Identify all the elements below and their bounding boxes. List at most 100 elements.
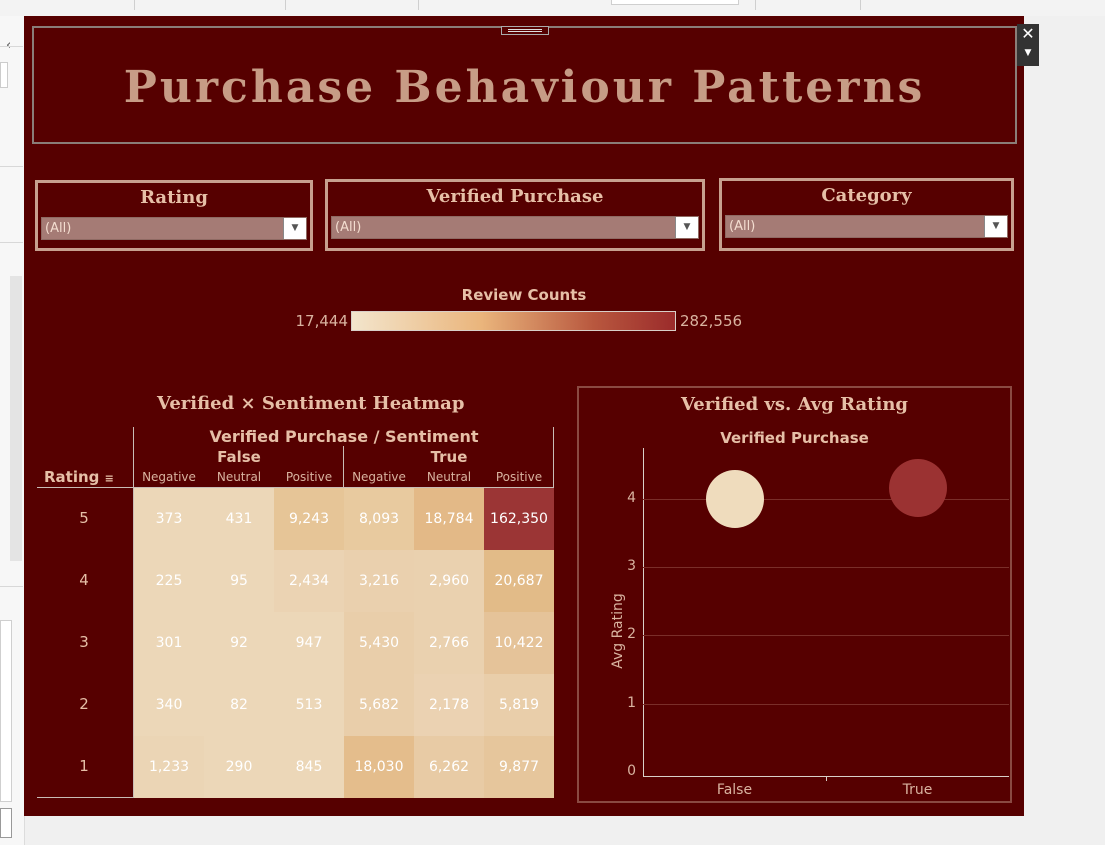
y-axis-line	[643, 448, 644, 777]
heatmap-cell[interactable]: 225	[134, 550, 204, 612]
dashboard-title: Purchase Behaviour Patterns	[123, 62, 926, 113]
row-label: 3	[79, 633, 89, 651]
panel-scrollbar[interactable]	[10, 276, 22, 561]
heatmap-cell[interactable]: 290	[204, 736, 274, 798]
x-axis-tick-mark	[826, 776, 827, 781]
heatmap-cell[interactable]: 18,784	[414, 488, 484, 550]
title-container: Purchase Behaviour Patterns	[32, 26, 1017, 144]
heatmap-divider	[37, 797, 133, 798]
legend-max: 282,556	[680, 312, 743, 330]
filter-category: Category (All) ▼	[719, 178, 1014, 251]
heatmap-cell[interactable]: 5,430	[344, 612, 414, 674]
column-header: Negative	[352, 470, 406, 484]
column-header: Neutral	[216, 470, 262, 484]
legend-min: 17,444	[295, 312, 349, 330]
bubble-point[interactable]	[705, 469, 764, 528]
heatmap-cell[interactable]: 92	[204, 612, 274, 674]
dropdown-value: (All)	[45, 221, 72, 236]
group-label-false: False	[217, 448, 261, 466]
bubble-chart-title: Verified vs. Avg Rating	[680, 394, 908, 415]
toolbar-tab[interactable]	[134, 0, 286, 10]
column-header: Positive	[285, 470, 333, 484]
more-options-icon[interactable]: ▼	[1017, 44, 1039, 62]
close-icon[interactable]: ✕	[1021, 24, 1034, 43]
divider	[0, 586, 23, 587]
chevron-down-icon[interactable]: ▼	[675, 217, 698, 238]
heatmap-cell[interactable]: 2,434	[274, 550, 344, 612]
row-label: 2	[79, 695, 89, 713]
category-dropdown[interactable]: (All) ▼	[725, 215, 1008, 238]
panel-button[interactable]	[0, 808, 12, 838]
heatmap-cell[interactable]: 3,216	[344, 550, 414, 612]
heatmap-cell[interactable]: 6,262	[414, 736, 484, 798]
heatmap-cell[interactable]: 10,422	[484, 612, 554, 674]
row-label: 5	[79, 509, 89, 527]
column-header: Negative	[142, 470, 196, 484]
heatmap-cell[interactable]: 9,877	[484, 736, 554, 798]
panel-list-scrollbar[interactable]	[0, 620, 12, 802]
heatmap-cell[interactable]: 2,766	[414, 612, 484, 674]
sort-icon[interactable]: ≡	[105, 472, 114, 485]
drag-handle-icon[interactable]	[501, 26, 549, 35]
divider	[0, 46, 23, 47]
dashboard: Purchase Behaviour Patterns ✕ ▼ Rating (…	[24, 16, 1039, 816]
divider	[0, 166, 23, 167]
y-tick-label: 4	[627, 489, 636, 506]
heatmap-cell[interactable]: 431	[204, 488, 274, 550]
toolbar-field[interactable]	[611, 0, 739, 5]
verified-purchase-dropdown[interactable]: (All) ▼	[331, 216, 699, 239]
filter-rating: Rating (All) ▼	[35, 180, 313, 251]
heatmap-cell[interactable]: 9,243	[274, 488, 344, 550]
heatmap-cell[interactable]: 20,687	[484, 550, 554, 612]
dropdown-value: (All)	[729, 219, 756, 234]
dropdown-value: (All)	[335, 220, 362, 235]
row-label: 4	[79, 571, 89, 589]
y-tick-label: 3	[627, 558, 636, 574]
heatmap-cell[interactable]: 513	[274, 674, 344, 736]
panel-input[interactable]	[0, 62, 8, 88]
row-header[interactable]: Rating ≡	[44, 468, 114, 486]
toolbar-tab[interactable]	[285, 0, 419, 10]
heatmap-cell[interactable]: 947	[274, 612, 344, 674]
x-tick-label: False	[716, 782, 753, 798]
heatmap-cell[interactable]: 162,350	[484, 488, 554, 550]
heatmap-cell[interactable]: 373	[134, 488, 204, 550]
heatmap-cell[interactable]: 2,178	[414, 674, 484, 736]
heatmap-cell[interactable]: 18,030	[344, 736, 414, 798]
gridline	[643, 567, 1009, 568]
heatmap-cell[interactable]: 301	[134, 612, 204, 674]
y-tick-label: 2	[627, 626, 636, 643]
toolbar-tab[interactable]	[0, 0, 135, 10]
heatmap-title: Verified × Sentiment Heatmap	[157, 393, 465, 414]
bubble-point[interactable]	[888, 459, 947, 518]
gridline	[643, 635, 1009, 637]
heatmap-cell[interactable]: 1,233	[134, 736, 204, 798]
color-legend-bar	[351, 311, 676, 331]
row-label: 1	[79, 757, 89, 775]
filter-verified-purchase: Verified Purchase (All) ▼	[325, 179, 705, 251]
rating-dropdown[interactable]: (All) ▼	[41, 217, 307, 240]
chevron-down-icon[interactable]: ▼	[283, 218, 306, 239]
close-button[interactable]: ✕ ▼	[1017, 24, 1039, 66]
chevron-down-icon[interactable]: ▼	[984, 216, 1007, 237]
toolbar-tab[interactable]	[755, 0, 861, 10]
gridline	[643, 498, 1009, 500]
heatmap-cell[interactable]: 82	[204, 674, 274, 736]
heatmap-cell[interactable]: 5,819	[484, 674, 554, 736]
filter-label: Rating	[140, 187, 208, 208]
heatmap-header: Verified Purchase / Sentiment	[209, 427, 479, 446]
heatmap-cell[interactable]: 5,682	[344, 674, 414, 736]
filter-label: Category	[821, 185, 912, 206]
heatmap-cell[interactable]: 8,093	[344, 488, 414, 550]
heatmap-cell[interactable]: 340	[134, 674, 204, 736]
side-panel: ‹	[0, 16, 25, 845]
x-tick-label: True	[902, 782, 933, 798]
filter-label: Verified Purchase	[426, 186, 604, 207]
gridline	[643, 703, 1009, 705]
heatmap-cell[interactable]: 845	[274, 736, 344, 798]
heatmap-cell[interactable]: 2,960	[414, 550, 484, 612]
legend-title: Review Counts	[461, 286, 587, 304]
heatmap-cell[interactable]: 95	[204, 550, 274, 612]
y-tick-label: 1	[627, 694, 636, 711]
row-header-label: Rating	[44, 468, 100, 486]
